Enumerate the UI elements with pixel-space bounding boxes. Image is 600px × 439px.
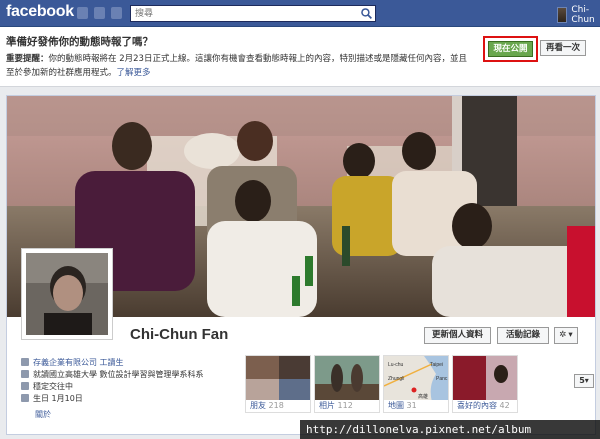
- photos-caption: 相片 112: [315, 400, 379, 412]
- user-name[interactable]: Chi-Chun: [571, 5, 600, 25]
- profile-picture[interactable]: [21, 248, 113, 340]
- map-label-e: 高雄: [418, 393, 428, 400]
- more-apps-dropdown[interactable]: 5▾: [574, 374, 594, 388]
- warning-label: 重要提醒：: [6, 54, 49, 64]
- messages-icon[interactable]: [94, 7, 105, 19]
- avatar[interactable]: [557, 7, 568, 23]
- search-input[interactable]: [131, 6, 351, 21]
- school-icon: [21, 370, 29, 378]
- relationship-text: 穩定交往中: [33, 381, 73, 391]
- friends-caption: 朋友 218: [246, 400, 310, 412]
- map-label-a: Lu-chu: [388, 362, 404, 368]
- search-box: [130, 5, 376, 22]
- map-label-c: Zhungli: [388, 376, 404, 382]
- map-tile[interactable]: Lu-chu Taipei Zhungli Panc 高雄 地圖 31: [383, 355, 449, 413]
- facebook-logo[interactable]: facebook: [6, 3, 74, 21]
- about-link[interactable]: 關於: [35, 409, 51, 420]
- briefcase-icon: [21, 358, 29, 366]
- settings-dropdown[interactable]: ✲ ▾: [554, 327, 578, 344]
- chevron-down-icon: ▾: [568, 330, 573, 340]
- birthday-icon: [21, 394, 29, 402]
- search-icon[interactable]: [360, 7, 373, 20]
- notification-jewels: [77, 7, 122, 19]
- heart-icon: [21, 382, 29, 390]
- gear-icon: ✲: [559, 330, 567, 340]
- learn-more-link[interactable]: 了解更多: [117, 68, 151, 78]
- user-menu[interactable]: Chi-Chun: [557, 5, 600, 25]
- map-label-b: Taipei: [430, 362, 443, 368]
- info-education: 就讀國立高雄大學 數位設計學習與管理學系科系: [21, 368, 235, 380]
- likes-caption: 喜好的內容 42: [453, 400, 517, 412]
- notice-title: 準備好發佈你的動態時報了嗎？: [6, 36, 153, 48]
- notice-second-line: 至於參加新的社群應用程式。了解更多: [6, 66, 151, 78]
- watermark-url: http://dillonelva.pixnet.net/album: [300, 420, 600, 439]
- publish-now-button[interactable]: 現在公開: [488, 41, 533, 57]
- photos-tile[interactable]: 相片 112: [314, 355, 380, 413]
- profile-photo[interactable]: [26, 253, 108, 335]
- warning-text: 你的動態時報將在 2月23日正式上線。這讓你有機會查看動態時報上的內容，特別描述…: [48, 54, 467, 64]
- profile-name[interactable]: Chi-Chun Fan: [130, 326, 228, 343]
- timeline: Chi-Chun Fan 更新個人資料 活動記錄 ✲ ▾ 存義企業有限公司 工讀…: [6, 95, 596, 435]
- info-work: 存義企業有限公司 工讀生: [21, 356, 235, 368]
- update-info-button[interactable]: 更新個人資料: [424, 327, 491, 344]
- notice-warning: 重要提醒：你的動態時報將在 2月23日正式上線。這讓你有機會查看動態時報上的內容…: [6, 52, 467, 64]
- top-navigation-bar: facebook Chi-Chun: [0, 0, 600, 27]
- notifications-icon[interactable]: [111, 7, 122, 19]
- timeline-publish-notice: 準備好發佈你的動態時報了嗎？ 重要提醒：你的動態時報將在 2月23日正式上線。這…: [0, 27, 600, 87]
- review-again-button[interactable]: 再看一次: [540, 40, 586, 56]
- info-birthday: 生日 1月10日: [21, 392, 235, 404]
- notice-line2-text: 至於參加新的社群應用程式。: [6, 68, 117, 78]
- likes-tile[interactable]: 喜好的內容 42: [452, 355, 518, 413]
- publish-highlight: 現在公開: [483, 36, 538, 62]
- map-label-d: Panc: [436, 376, 448, 382]
- friends-tile[interactable]: 朋友 218: [245, 355, 311, 413]
- friend-requests-icon[interactable]: [77, 7, 88, 19]
- map-caption: 地圖 31: [384, 400, 448, 412]
- profile-info-list: 存義企業有限公司 工讀生 就讀國立高雄大學 數位設計學習與管理學系科系 穩定交往…: [21, 356, 235, 404]
- info-relationship: 穩定交往中: [21, 380, 235, 392]
- education-text: 就讀國立高雄大學 數位設計學習與管理學系科系: [33, 369, 204, 379]
- work-text[interactable]: 存義企業有限公司 工讀生: [33, 357, 124, 368]
- activity-log-button[interactable]: 活動記錄: [497, 327, 549, 344]
- profile-app-tiles: 朋友 218 相片 112 Lu-chu Taipei Zhungli Panc…: [245, 355, 518, 413]
- birthday-text: 生日 1月10日: [33, 393, 83, 403]
